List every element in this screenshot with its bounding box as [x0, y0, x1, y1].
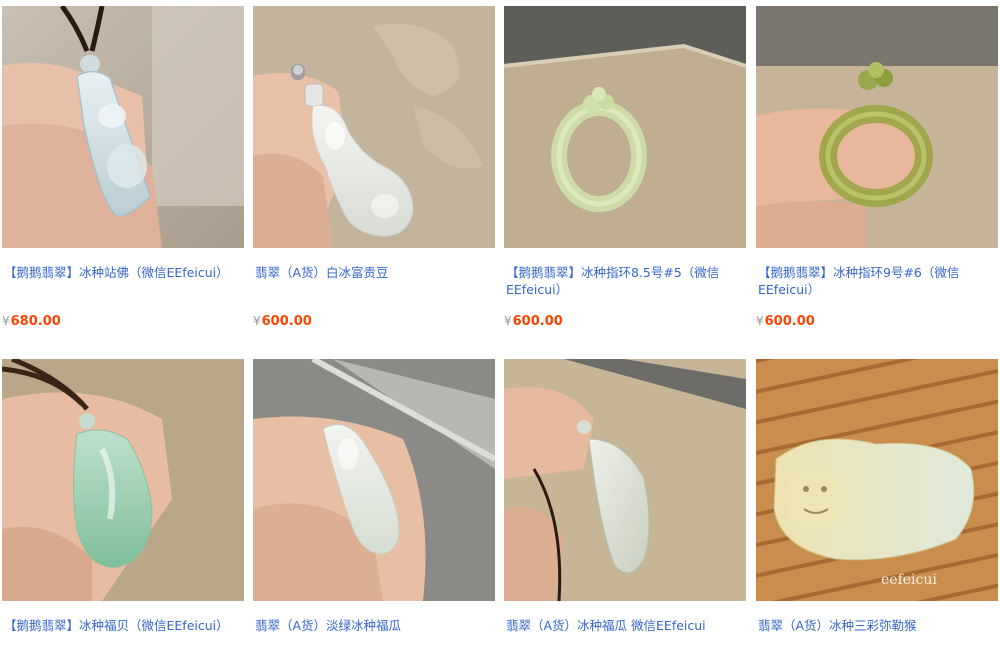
product-image[interactable] — [756, 6, 998, 248]
product-title[interactable]: 【鹅鹅翡翠】冰种指环8.5号#5（微信EEfeicui） — [506, 264, 744, 298]
product-price: ¥680.00 — [2, 314, 61, 329]
jade-gourd-pendant-photo — [253, 359, 495, 601]
jade-buddha-pendant-photo — [2, 6, 244, 248]
product-image[interactable] — [504, 6, 746, 248]
price-value: 680.00 — [10, 314, 61, 329]
currency-symbol: ¥ — [2, 314, 10, 328]
jade-ring-photo — [504, 6, 746, 248]
jade-peapod-pendant-photo — [253, 6, 495, 248]
product-title[interactable]: 翡翠（A货）冰种福瓜 微信EEfeicui — [506, 617, 744, 634]
currency-symbol: ¥ — [504, 314, 512, 328]
product-title[interactable]: 【鹅鹅翡翠】冰种站佛（微信EEfeicui） — [4, 264, 242, 281]
jade-monkey-carving-photo: eefeicui — [756, 359, 998, 601]
price-value: 600.00 — [261, 314, 312, 329]
product-title[interactable]: 翡翠（A货）白冰富贵豆 — [255, 264, 493, 281]
product-image[interactable] — [504, 359, 746, 601]
product-price: ¥600.00 — [504, 314, 563, 329]
jade-ring-on-finger-photo — [756, 6, 998, 248]
price-value: 600.00 — [512, 314, 563, 329]
product-title[interactable]: 翡翠（A货）冰种三彩弥勒猴 — [758, 617, 996, 634]
product-price: ¥600.00 — [253, 314, 312, 329]
price-value: 600.00 — [764, 314, 815, 329]
currency-symbol: ¥ — [756, 314, 764, 328]
product-title[interactable]: 翡翠（A货）淡绿冰种福瓜 — [255, 617, 493, 634]
jade-gourd-side-photo — [504, 359, 746, 601]
product-image[interactable] — [2, 6, 244, 248]
product-image[interactable] — [253, 359, 495, 601]
product-price: ¥600.00 — [756, 314, 815, 329]
product-image[interactable] — [2, 359, 244, 601]
product-title[interactable]: 【鹅鹅翡翠】冰种指环9号#6（微信EEfeicui） — [758, 264, 996, 298]
product-image[interactable]: eefeicui — [756, 359, 998, 601]
jade-shell-pendant-photo — [2, 359, 244, 601]
product-title[interactable]: 【鹅鹅翡翠】冰种福贝（微信EEfeicui） — [4, 617, 242, 634]
product-image[interactable] — [253, 6, 495, 248]
currency-symbol: ¥ — [253, 314, 261, 328]
watermark: eefeicui — [881, 572, 937, 588]
